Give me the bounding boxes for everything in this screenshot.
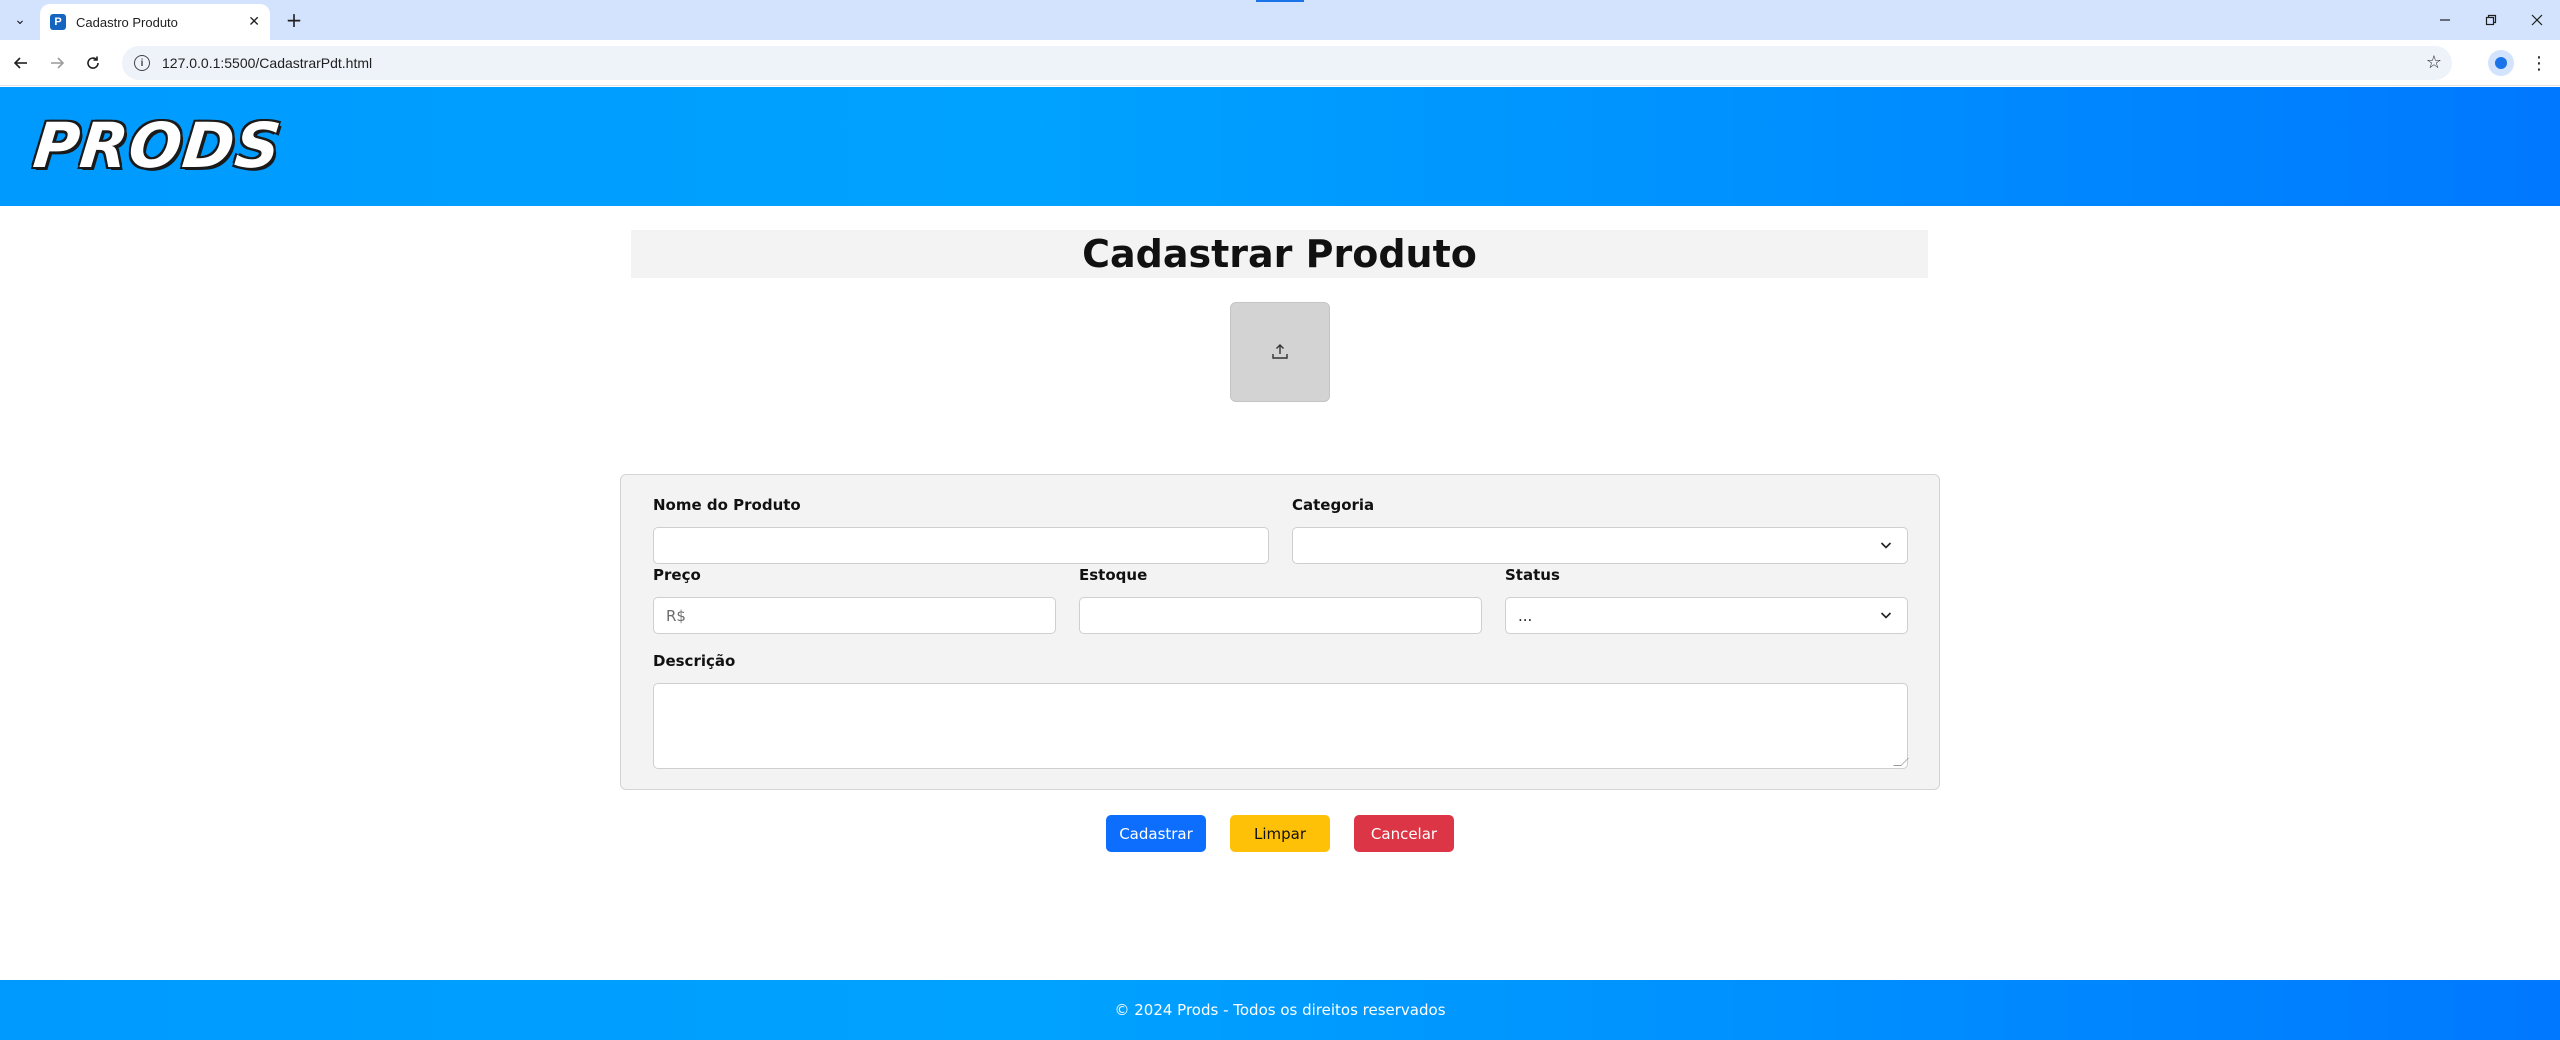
price-label: Preço	[653, 566, 701, 584]
restore-icon[interactable]	[2468, 0, 2514, 40]
top-indicator	[1256, 0, 1304, 2]
reload-icon[interactable]	[80, 50, 106, 76]
back-icon[interactable]	[8, 50, 34, 76]
footer-text: © 2024 Prods - Todos os direitos reserva…	[1114, 1001, 1446, 1019]
status-label: Status	[1505, 566, 1560, 584]
minimize-icon[interactable]	[2422, 0, 2468, 40]
page-title: Cadastrar Produto	[1082, 232, 1477, 276]
site-info-icon[interactable]: i	[134, 55, 150, 71]
bookmark-star-icon[interactable]: ☆	[2426, 52, 2442, 73]
product-form: Nome do Produto Categoria Preço R$ Estoq…	[620, 474, 1940, 790]
name-label: Nome do Produto	[653, 496, 801, 514]
cancel-button[interactable]: Cancelar	[1354, 815, 1454, 852]
browser-tab[interactable]: P Cadastro Produto ✕	[40, 4, 270, 40]
forward-icon[interactable]	[44, 50, 70, 76]
category-select[interactable]	[1292, 527, 1908, 564]
address-bar: i 127.0.0.1:5500/CadastrarPdt.html ☆ ⋮	[0, 40, 2560, 86]
category-label: Categoria	[1292, 496, 1375, 514]
url-text: 127.0.0.1:5500/CadastrarPdt.html	[162, 55, 373, 71]
description-textarea[interactable]	[653, 683, 1909, 769]
tab-search-chevron-icon[interactable]: ⌄	[8, 8, 32, 32]
browser-tab-strip: ⌄ P Cadastro Produto ✕ +	[0, 0, 2560, 40]
page-title-bar: Cadastrar Produto	[631, 230, 1928, 278]
resize-handle-icon[interactable]	[1893, 758, 1909, 766]
browser-menu-icon[interactable]: ⋮	[2526, 50, 2552, 76]
stock-label: Estoque	[1079, 566, 1148, 584]
site-footer: © 2024 Prods - Todos os direitos reserva…	[0, 980, 2560, 1040]
close-window-icon[interactable]	[2514, 0, 2560, 40]
chevron-down-icon	[1880, 612, 1892, 619]
product-name-input[interactable]	[653, 527, 1269, 564]
status-select[interactable]: ...	[1505, 597, 1908, 634]
status-value: ...	[1518, 606, 1533, 625]
site-header: PRODS	[0, 87, 2560, 206]
url-field[interactable]: i 127.0.0.1:5500/CadastrarPdt.html ☆	[122, 46, 2452, 80]
tab-close-icon[interactable]: ✕	[248, 14, 260, 30]
tab-title: Cadastro Produto	[76, 14, 178, 30]
description-label: Descrição	[653, 652, 736, 670]
clear-button[interactable]: Limpar	[1230, 815, 1330, 852]
favicon-icon: P	[50, 14, 66, 30]
stock-input[interactable]	[1079, 597, 1482, 634]
chevron-down-icon	[1880, 542, 1892, 549]
profile-avatar-icon[interactable]	[2488, 50, 2514, 76]
site-logo[interactable]: PRODS	[30, 109, 285, 182]
image-upload-button[interactable]	[1230, 302, 1330, 402]
upload-icon	[1272, 344, 1288, 359]
new-tab-icon[interactable]: +	[282, 8, 306, 32]
price-input[interactable]: R$	[653, 597, 1056, 634]
submit-button[interactable]: Cadastrar	[1106, 815, 1206, 852]
window-controls	[2422, 0, 2560, 40]
